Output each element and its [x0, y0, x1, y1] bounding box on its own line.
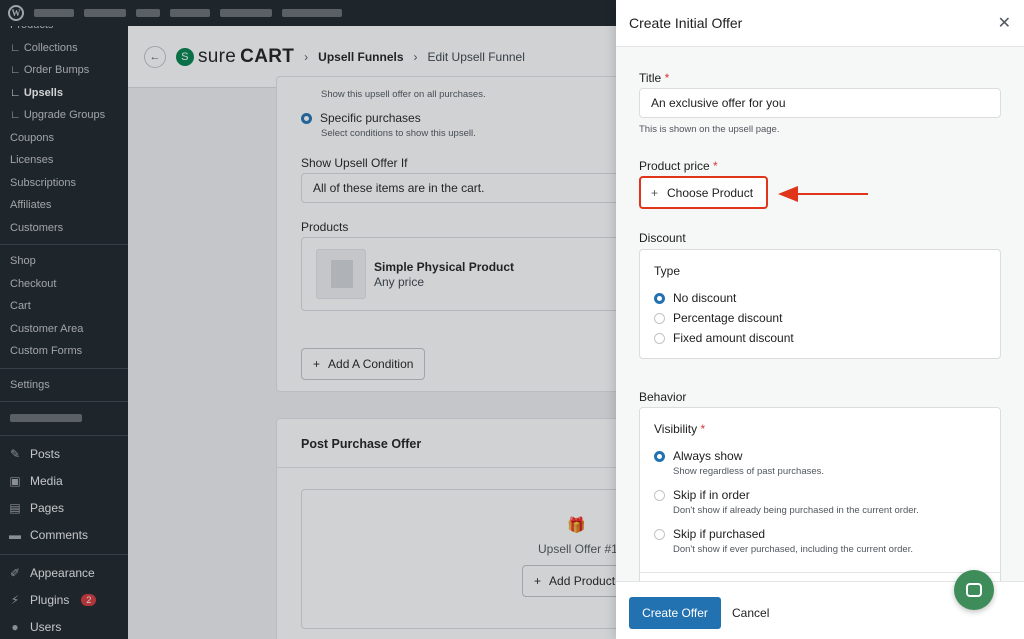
- fixed-discount-option[interactable]: Fixed amount discount: [654, 331, 794, 345]
- title-label: Title *: [639, 71, 670, 85]
- option-label: No discount: [673, 291, 737, 305]
- box-divider: [640, 572, 1000, 573]
- product-price-label: Product price *: [639, 159, 718, 173]
- percentage-discount-radio[interactable]: [654, 312, 665, 324]
- create-offer-panel: Create Initial Offer ✕ Title * An exclus…: [616, 0, 1024, 639]
- skip-if-purchased-radio[interactable]: [654, 528, 665, 540]
- skip-if-purchased-option[interactable]: Skip if purchased: [654, 527, 765, 541]
- skip-if-in-order-description: Don't show if already being purchased in…: [673, 505, 919, 516]
- percentage-discount-option[interactable]: Percentage discount: [654, 311, 782, 325]
- always-show-option[interactable]: Always show: [654, 449, 742, 463]
- always-show-description: Show regardless of past purchases.: [673, 466, 825, 477]
- skip-if-in-order-option[interactable]: Skip if in order: [654, 488, 750, 502]
- panel-title: Create Initial Offer: [629, 15, 743, 31]
- cancel-button[interactable]: Cancel: [732, 597, 769, 629]
- always-show-radio[interactable]: [654, 450, 665, 462]
- option-label: Percentage discount: [673, 311, 783, 325]
- discount-label: Discount: [639, 231, 686, 245]
- skip-if-in-order-radio[interactable]: [654, 489, 665, 501]
- choose-product-label: Choose Product: [667, 185, 754, 200]
- no-discount-option[interactable]: No discount: [654, 291, 736, 305]
- title-help: This is shown on the upsell page.: [639, 124, 780, 135]
- annotation-arrow-icon: [778, 186, 868, 202]
- chat-icon: [966, 583, 982, 597]
- choose-product-button[interactable]: + Choose Product: [639, 176, 768, 209]
- panel-body: Title * An exclusive offer for you This …: [616, 47, 1024, 581]
- chat-support-button[interactable]: [954, 570, 994, 610]
- option-label: Skip if purchased: [673, 527, 766, 541]
- skip-if-purchased-description: Don't show if ever purchased, including …: [673, 544, 913, 555]
- no-discount-radio[interactable]: [654, 292, 665, 304]
- behavior-label: Behavior: [639, 390, 687, 404]
- create-offer-button[interactable]: Create Offer: [629, 597, 721, 629]
- title-input[interactable]: An exclusive offer for you: [639, 88, 1001, 118]
- behavior-box: Visibility * Always show Show regardless…: [639, 407, 1001, 581]
- option-label: Always show: [673, 449, 743, 463]
- type-label: Type: [654, 264, 681, 278]
- modal-overlay[interactable]: [0, 0, 616, 639]
- visibility-label: Visibility *: [654, 422, 706, 436]
- close-icon[interactable]: ✕: [998, 13, 1011, 33]
- discount-box: Type No discount Percentage discount Fix…: [639, 249, 1001, 359]
- fixed-discount-radio[interactable]: [654, 332, 665, 344]
- plus-icon: +: [651, 185, 659, 200]
- option-label: Skip if in order: [673, 488, 750, 502]
- option-label: Fixed amount discount: [673, 331, 794, 345]
- panel-header: Create Initial Offer ✕: [616, 0, 1024, 47]
